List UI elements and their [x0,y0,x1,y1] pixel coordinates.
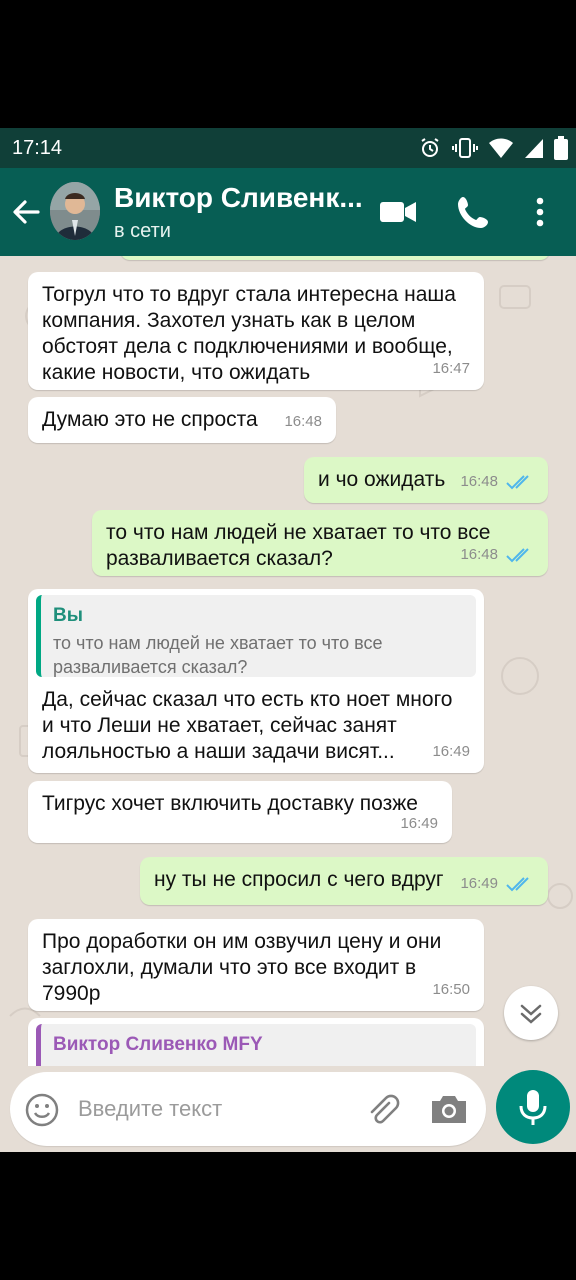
quoted-text: то что нам людей не хватает то что все р… [53,633,383,677]
quoted-message[interactable]: Виктор Сливенко MFY [36,1024,476,1066]
message-time: 16:48 [460,546,498,563]
quoted-author: Виктор Сливенко MFY [53,1034,263,1055]
scroll-to-bottom-button[interactable] [504,986,558,1040]
battery-icon [554,136,568,160]
contact-status: в сети [114,220,171,242]
message-input[interactable]: Введите текст [10,1072,486,1146]
camera-icon[interactable] [428,1090,470,1128]
attach-icon[interactable] [362,1090,402,1130]
message-incoming-reply[interactable]: Виктор Сливенко MFY [28,1018,484,1066]
alarm-icon [421,138,439,157]
message-text: Про доработки он им озвучил цену и они з… [42,930,442,1005]
message-outgoing[interactable]: и чо ожидать 16:48 [304,457,548,503]
quoted-author: Вы [53,605,83,626]
message-text: ну ты не спросил с чего вдруг [154,868,444,891]
read-receipt-icon [506,877,529,892]
composer-bar: Введите текст [0,1066,576,1152]
read-receipt-icon [506,548,529,563]
chat-area[interactable]: Тогрул что то вдруг стала интересна наша… [0,256,576,1066]
read-receipt-icon [506,475,529,490]
message-text: Тигрус хочет включить доставку позже [42,792,418,815]
message-bubble-partial [120,256,550,260]
message-incoming[interactable]: Про доработки он им озвучил цену и они з… [28,919,484,1011]
message-time: 16:48 [460,473,498,490]
message-time: 16:49 [432,743,470,760]
message-text: то что нам людей не хватает то что все р… [106,521,491,570]
message-incoming[interactable]: Думаю это не спроста 16:48 [28,397,336,443]
message-incoming-reply[interactable]: Вы то что нам людей не хватает то что вс… [28,589,484,773]
system-nav-area [0,1152,576,1280]
message-text: Да, сейчас сказал что есть кто ноет мног… [42,688,453,763]
message-text: Тогрул что то вдруг стала интересна наша… [42,283,456,384]
phone-call-icon[interactable] [454,192,494,232]
message-time: 16:49 [400,815,438,832]
message-outgoing[interactable]: ну ты не спросил с чего вдруг 16:49 [140,857,548,905]
message-text: и чо ожидать [318,468,446,491]
chevron-double-down-icon [520,1004,542,1024]
message-time: 16:49 [460,875,498,892]
message-incoming[interactable]: Тигрус хочет включить доставку позже 16:… [28,781,452,843]
message-time: 16:47 [432,360,470,377]
contact-name[interactable]: Виктор Сливенк... [114,182,363,214]
microphone-icon [519,1090,547,1125]
avatar[interactable] [50,182,100,240]
status-time: 17:14 [12,137,63,159]
quoted-message[interactable]: Вы то что нам людей не хватает то что вс… [36,595,476,677]
chat-header: Виктор Сливенк... в сети [0,168,576,256]
more-options-icon[interactable] [520,192,560,232]
emoji-icon[interactable] [24,1092,60,1128]
message-text: Думаю это не спроста [42,408,258,431]
voice-message-button[interactable] [496,1070,570,1144]
vibrate-icon [452,138,478,158]
message-time: 16:50 [432,981,470,998]
message-time: 16:48 [284,413,322,430]
message-outgoing[interactable]: то что нам людей не хватает то что все р… [92,510,548,576]
video-call-icon[interactable] [378,192,418,232]
wifi-icon [489,138,513,158]
input-placeholder: Введите текст [78,1096,223,1121]
back-arrow-icon[interactable] [10,196,42,228]
status-bar: 17:14 [0,128,576,168]
signal-icon [525,139,543,158]
message-incoming[interactable]: Тогрул что то вдруг стала интересна наша… [28,272,484,390]
